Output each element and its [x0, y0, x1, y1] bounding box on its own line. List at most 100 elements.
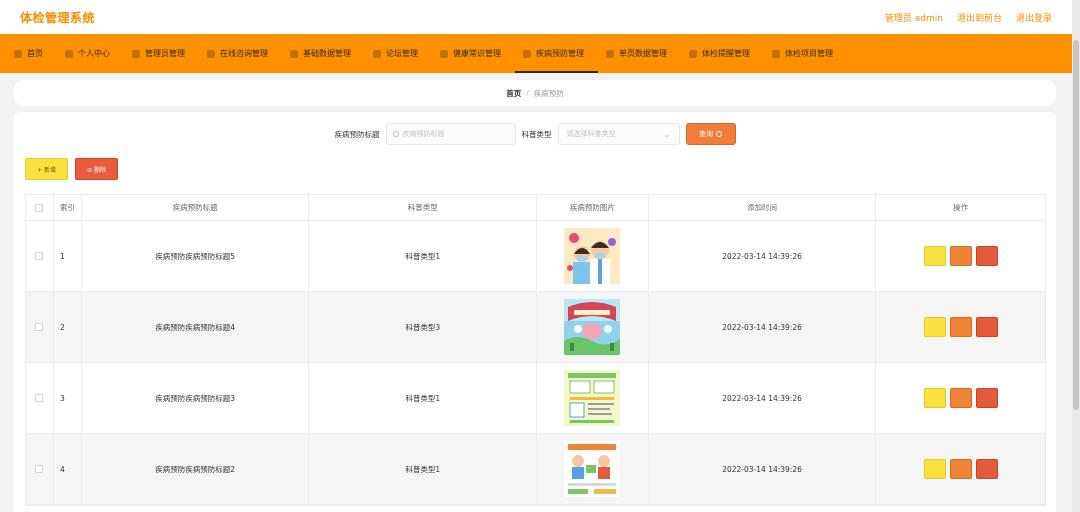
top-header: 体检管理系统 管理员 admin 退出到前台 退出登录: [0, 0, 1072, 34]
breadcrumb-home[interactable]: 首页: [506, 88, 521, 99]
health-icon: [440, 49, 448, 58]
column-header: 操作: [953, 203, 969, 212]
edit-button[interactable]: [949, 459, 972, 479]
edit-button[interactable]: [949, 246, 972, 266]
bell-icon: [689, 49, 697, 58]
query-button[interactable]: 查询: [685, 123, 736, 145]
title-search-input[interactable]: 疾病预防标题: [385, 123, 516, 145]
row-time: 2022-03-14 14:39:26: [649, 221, 877, 291]
delete-button[interactable]: [975, 317, 998, 337]
nav-item-consult[interactable]: 在线咨询管理: [199, 34, 282, 73]
delete-button[interactable]: [975, 459, 998, 479]
nav-item-admins[interactable]: 管理员管理: [124, 34, 199, 73]
table-row: 3 疾病预防疾病预防标题3 科普类型1 2022-03-14 14:39:26: [26, 363, 1045, 434]
view-button[interactable]: [923, 246, 946, 266]
nav-label: 论坛管理: [386, 49, 418, 58]
row-actions: [876, 221, 1045, 291]
batch-delete-button[interactable]: ⊘ 删除: [75, 158, 118, 180]
user-icon: [65, 49, 73, 58]
row-select-cell: [26, 434, 54, 504]
row-index: 3: [54, 363, 82, 433]
edit-button[interactable]: [949, 317, 972, 337]
delete-button[interactable]: [975, 246, 998, 266]
forum-icon: [373, 49, 381, 58]
table-row: 4 疾病预防疾病预防标题2 科普类型1 2022-03-14 14:39:26: [26, 434, 1045, 505]
query-button-label: 查询: [699, 130, 713, 138]
table-row: 2 疾病预防疾病预防标题4 科普类型3 2022-03-14 14:39:26: [26, 292, 1045, 363]
row-actions: [876, 363, 1045, 433]
row-checkbox[interactable]: [35, 252, 44, 260]
admin-icon: [132, 49, 140, 58]
page-scrollbar[interactable]: [1072, 0, 1080, 512]
doctor-image[interactable]: [564, 228, 621, 284]
row-index: 4: [54, 434, 82, 504]
row-checkbox[interactable]: [35, 323, 44, 331]
title-search-placeholder: 疾病预防标题: [402, 130, 445, 138]
delete-button[interactable]: [975, 388, 998, 408]
select-all-cell: [26, 195, 54, 220]
row-actions: [876, 292, 1045, 362]
banner-image[interactable]: [564, 299, 621, 355]
nav-label: 单页数据管理: [619, 49, 667, 58]
nav-label: 健康常识管理: [453, 49, 501, 58]
illustration-image[interactable]: [564, 441, 621, 497]
row-checkbox[interactable]: [35, 465, 44, 473]
type-select[interactable]: 请选择科普类型 ⌄: [557, 123, 680, 145]
nav-item-exam-items[interactable]: 体检项目管理: [764, 34, 847, 73]
row-title: 疾病预防疾病预防标题2: [82, 434, 310, 504]
nav-item-basic-data[interactable]: 基础数据管理: [282, 34, 365, 73]
prevention-table: 索引 疾病预防标题 科普类型 疾病预防图片 添加时间 操作 1 疾病预防疾病预防…: [25, 194, 1046, 506]
type-select-label: 科普类型: [521, 129, 552, 139]
app-title: 体检管理系统: [20, 10, 96, 25]
title-search-label: 疾病预防标题: [334, 129, 380, 139]
row-image-cell: [537, 434, 649, 504]
page-icon: [606, 49, 614, 58]
front-page-link[interactable]: 退出到前台: [957, 11, 1002, 24]
column-header: 疾病预防图片: [537, 195, 649, 220]
select-all-checkbox[interactable]: [35, 203, 44, 212]
admin-user-label[interactable]: 管理员 admin: [885, 11, 943, 24]
breadcrumb-current: 疾病预防: [533, 88, 564, 98]
chevron-down-icon: ⌄: [663, 129, 671, 139]
top-links: 管理员 admin 退出到前台 退出登录: [885, 11, 1052, 24]
row-time: 2022-03-14 14:39:26: [649, 363, 877, 433]
type-select-placeholder: 请选择科普类型: [566, 130, 616, 138]
nav-item-forum[interactable]: 论坛管理: [365, 34, 432, 73]
poster-image[interactable]: [564, 370, 621, 426]
row-actions: [876, 434, 1045, 504]
nav-label: 基础数据管理: [303, 49, 351, 58]
logout-link[interactable]: 退出登录: [1016, 11, 1052, 24]
main-nav: 首页 个人中心 管理员管理 在线咨询管理 基础数据管理 论坛管理 健康常识管理 …: [0, 34, 1072, 73]
row-type: 科普类型1: [309, 221, 537, 291]
row-time: 2022-03-14 14:39:26: [649, 292, 877, 362]
row-checkbox[interactable]: [35, 394, 44, 402]
row-index: 2: [54, 292, 82, 362]
nav-item-single-page[interactable]: 单页数据管理: [598, 34, 681, 73]
list-icon: [772, 49, 780, 58]
nav-item-profile[interactable]: 个人中心: [57, 34, 124, 73]
row-title: 疾病预防疾病预防标题3: [82, 363, 310, 433]
view-button[interactable]: [923, 317, 946, 337]
scrollbar-thumb[interactable]: [1073, 40, 1079, 410]
edit-button[interactable]: [949, 388, 972, 408]
nav-label: 体检提醒管理: [702, 49, 750, 58]
search-icon: [392, 131, 399, 137]
row-title: 疾病预防疾病预防标题4: [82, 292, 310, 362]
nav-item-home[interactable]: 首页: [6, 34, 57, 73]
table-row: 1 疾病预防疾病预防标题5 科普类型1 2022-03-14 14:39:26: [26, 221, 1045, 292]
nav-label: 首页: [27, 49, 43, 58]
nav-item-prevention[interactable]: 疾病预防管理: [515, 34, 598, 73]
nav-label: 疾病预防管理: [536, 49, 584, 58]
search-icon: [716, 131, 722, 137]
content-panel: 疾病预防标题 疾病预防标题 科普类型 请选择科普类型 ⌄ 查询 + 新增 ⊘ 删…: [14, 112, 1056, 512]
view-button[interactable]: [923, 388, 946, 408]
row-select-cell: [26, 363, 54, 433]
view-button[interactable]: [923, 459, 946, 479]
nav-item-reminder[interactable]: 体检提醒管理: [681, 34, 764, 73]
nav-label: 个人中心: [78, 49, 110, 58]
add-button[interactable]: + 新增: [25, 158, 68, 180]
nav-label: 管理员管理: [145, 49, 185, 58]
nav-item-health[interactable]: 健康常识管理: [432, 34, 515, 73]
column-header: 科普类型: [309, 195, 537, 220]
row-type: 科普类型3: [309, 292, 537, 362]
